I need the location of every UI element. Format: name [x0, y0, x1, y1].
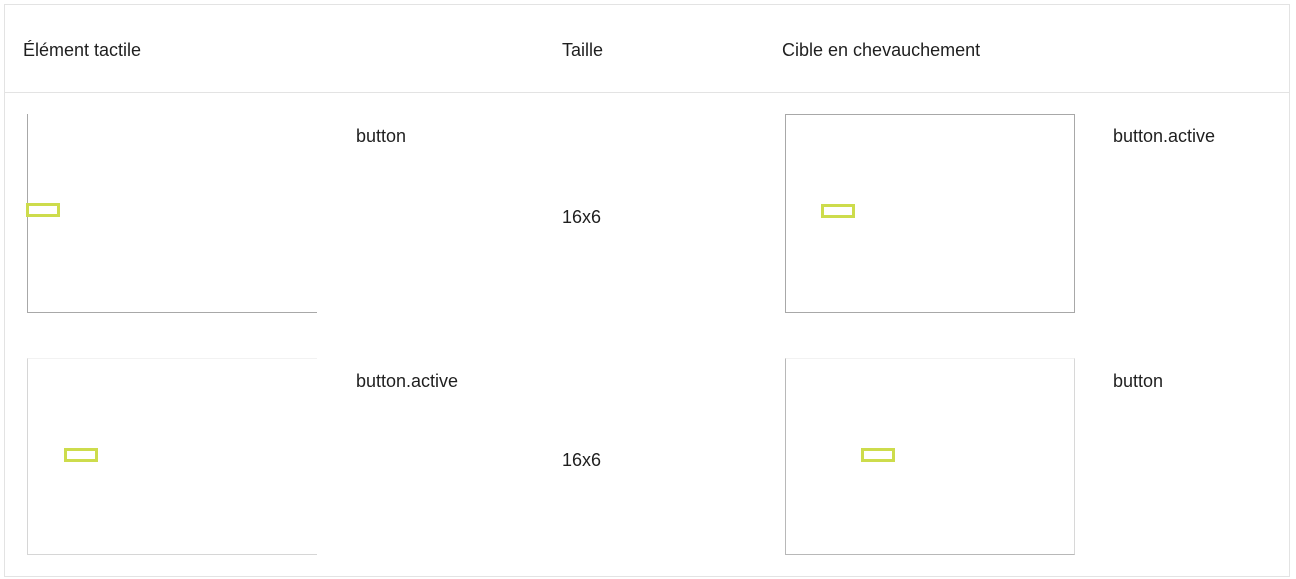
- size-value: 16x6: [562, 450, 602, 470]
- size-value: 16x6: [562, 207, 602, 227]
- header-tap-element: Élément tactile: [23, 40, 142, 60]
- tap-target-highlight: [861, 448, 895, 462]
- overlap-selector-label: button.active: [1113, 126, 1216, 146]
- element-selector-label: button.active: [356, 371, 459, 391]
- element-screenshot-thumbnail: [26, 114, 317, 313]
- overlap-selector-label: button: [1113, 371, 1164, 391]
- element-screenshot-thumbnail: [27, 358, 317, 555]
- tap-target-highlight: [821, 204, 855, 218]
- overlap-screenshot-thumbnail: [785, 114, 1075, 313]
- element-selector-label: button: [356, 126, 407, 146]
- tap-target-highlight: [26, 203, 60, 217]
- header-overlapping-target: Cible en chevauchement: [782, 40, 981, 60]
- overlap-screenshot-thumbnail: [785, 358, 1075, 555]
- tap-target-highlight: [64, 448, 98, 462]
- tap-targets-table: Élément tactile Taille Cible en chevauch…: [4, 4, 1290, 577]
- table-header-row: Élément tactile Taille Cible en chevauch…: [5, 5, 1289, 93]
- header-size: Taille: [562, 40, 604, 60]
